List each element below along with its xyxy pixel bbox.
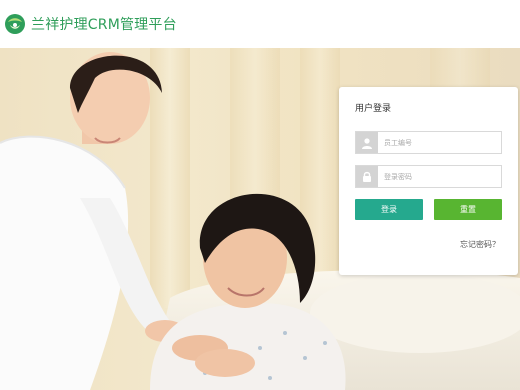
forgot-password-link[interactable]: 忘记密码？ xyxy=(355,239,502,250)
login-panel: 用户登录 登录 重置 忘记密码？ xyxy=(339,87,518,275)
password-input[interactable] xyxy=(378,166,501,187)
top-header: 兰祥护理CRM管理平台 xyxy=(0,0,520,48)
login-actions: 登录 重置 xyxy=(355,199,502,220)
login-title: 用户登录 xyxy=(355,104,392,114)
lock-icon xyxy=(356,166,378,187)
login-button[interactable]: 登录 xyxy=(355,199,423,220)
leaf-heart-logo-icon xyxy=(4,13,26,35)
app-title: 兰祥护理CRM管理平台 xyxy=(31,17,177,33)
password-field xyxy=(355,165,502,188)
employee-id-field xyxy=(355,131,502,154)
reset-button[interactable]: 重置 xyxy=(434,199,502,220)
employee-id-input[interactable] xyxy=(378,132,501,153)
user-icon xyxy=(356,132,378,153)
